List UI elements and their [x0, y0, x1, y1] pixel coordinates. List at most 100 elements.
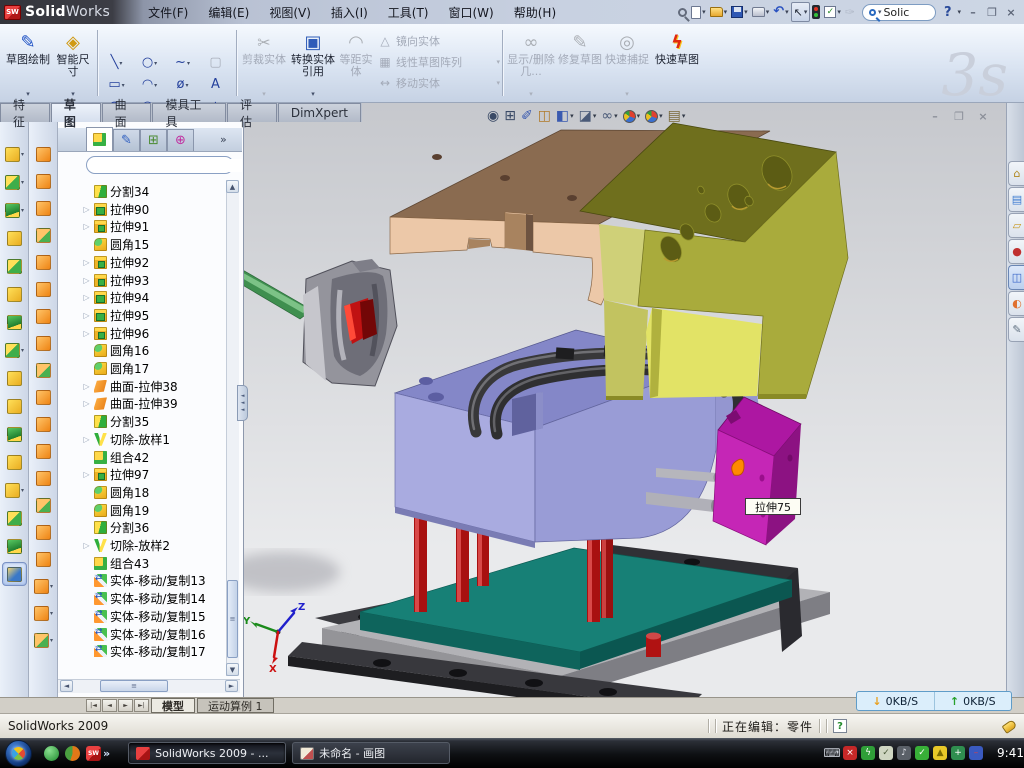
- move-body-button[interactable]: [2, 450, 27, 474]
- trim-surface-button[interactable]: [31, 466, 56, 490]
- panel-overflow-chevron[interactable]: »: [220, 133, 227, 146]
- planar-surface-button[interactable]: [31, 304, 56, 328]
- section-view-button[interactable]: ◫: [537, 108, 552, 124]
- scroll-up-icon[interactable]: ▲: [226, 180, 239, 193]
- tree-item[interactable]: 圆角18: [82, 484, 149, 501]
- tree-item[interactable]: ▷曲面-拉伸38: [82, 378, 178, 395]
- tree-item[interactable]: 圆角17: [82, 360, 149, 377]
- protection-icon[interactable]: ϟ: [861, 746, 875, 760]
- instant3d-button[interactable]: [2, 562, 27, 586]
- expand-arrow-icon[interactable]: ▷: [82, 205, 91, 214]
- tree-scrollbar-thumb[interactable]: ≡: [227, 580, 238, 658]
- tree-item[interactable]: ▷拉伸91: [82, 218, 149, 235]
- doc-minimize-button[interactable]: –: [926, 109, 944, 124]
- spline-tool-button[interactable]: ~▾: [166, 52, 199, 74]
- trim-entities-button[interactable]: 剪裁实体 ▾: [240, 27, 288, 98]
- task-button[interactable]: 未命名 - 画图: [292, 742, 450, 764]
- select-region-button[interactable]: ▢: [199, 52, 232, 74]
- expand-arrow-icon[interactable]: ▷: [82, 399, 91, 408]
- menu-item-5[interactable]: 窗口(W): [439, 1, 504, 24]
- tab-nav-button-2[interactable]: ►: [118, 699, 133, 712]
- panel-splitter-handle[interactable]: ◄◄◄: [237, 385, 248, 421]
- menu-item-6[interactable]: 帮助(H): [504, 1, 566, 24]
- search-input[interactable]: [883, 6, 921, 19]
- start-button[interactable]: [5, 740, 32, 767]
- display-style-button[interactable]: ◪▾: [578, 108, 598, 124]
- tree-item[interactable]: ▷拉伸94: [82, 289, 149, 306]
- design-library-tab[interactable]: ▤: [1008, 187, 1024, 212]
- quick-launch-overflow-chevron[interactable]: »: [103, 747, 110, 760]
- options-icon[interactable]: ✓▾: [822, 2, 843, 22]
- expand-arrow-icon[interactable]: ▷: [82, 293, 91, 302]
- tree-item[interactable]: ▷切除-放样2: [82, 537, 170, 554]
- knit-surface-button[interactable]: [31, 520, 56, 544]
- tab-mold-tools[interactable]: 模具工具: [152, 103, 226, 122]
- view-orientation-button[interactable]: ◧▾: [555, 108, 575, 124]
- ink-markup-icon[interactable]: ✑: [843, 2, 857, 22]
- save-icon[interactable]: ▾: [729, 2, 750, 22]
- boss-extrude-button[interactable]: ▾: [2, 142, 27, 166]
- tree-item[interactable]: 组合42: [82, 449, 149, 466]
- revolved-surface-button[interactable]: [31, 169, 56, 193]
- expand-arrow-icon[interactable]: ▷: [82, 541, 91, 550]
- tree-item[interactable]: ▷拉伸96: [82, 325, 149, 342]
- lofted-surface-button[interactable]: [31, 223, 56, 247]
- messenger-status-icon[interactable]: –: [969, 746, 983, 760]
- scroll-right-icon[interactable]: ►: [225, 680, 238, 692]
- annotations-button[interactable]: ▤▾: [667, 108, 687, 124]
- dimxpert-manager-tab[interactable]: ⊕: [167, 129, 194, 151]
- wrap-button[interactable]: [2, 310, 27, 334]
- expand-arrow-icon[interactable]: ▷: [82, 435, 91, 444]
- ruled-surface-button[interactable]: [31, 358, 56, 382]
- model-magenta-block[interactable]: [713, 397, 801, 545]
- magnifier-button[interactable]: ✐: [520, 108, 534, 124]
- tree-item[interactable]: ▷拉伸93: [82, 272, 149, 289]
- zoom-area-button[interactable]: ⊞: [503, 108, 517, 124]
- thicken-button[interactable]: [31, 547, 56, 571]
- scroll-down-icon[interactable]: ▼: [226, 663, 239, 676]
- rebuild-icon[interactable]: [810, 2, 822, 22]
- menu-item-1[interactable]: 编辑(E): [198, 1, 259, 24]
- extend-surface-button[interactable]: [31, 439, 56, 463]
- close-button[interactable]: ×: [1002, 5, 1020, 20]
- chevron-down-icon[interactable]: ▾: [878, 8, 882, 16]
- doc-restore-button[interactable]: ❐: [950, 109, 968, 124]
- tree-item[interactable]: ▷拉伸90: [82, 201, 149, 218]
- tab-nav-button-0[interactable]: |◄: [86, 699, 101, 712]
- chamfer-button[interactable]: [2, 226, 27, 250]
- tree-hscrollbar-thumb[interactable]: ≡: [100, 680, 168, 692]
- tree-item[interactable]: 实体-移动/复制17: [82, 643, 206, 657]
- tree-item[interactable]: 圆角15: [82, 236, 149, 253]
- configuration-manager-tab[interactable]: ⊞: [140, 129, 167, 151]
- scene-button[interactable]: ▾: [644, 109, 664, 124]
- mirror-entities-button[interactable]: △ 镜向实体: [378, 30, 500, 51]
- expand-arrow-icon[interactable]: ▷: [82, 382, 91, 391]
- tree-item[interactable]: ▷拉伸97: [82, 466, 149, 483]
- quick-snaps-button[interactable]: 快速捕捉 ▾: [604, 27, 650, 98]
- shell-button[interactable]: [2, 254, 27, 278]
- tree-item[interactable]: 分割36: [82, 519, 149, 536]
- print-icon[interactable]: ▾: [750, 2, 772, 22]
- reference-plane-button[interactable]: [2, 506, 27, 530]
- convert-entities-button[interactable]: 转换实体引用 ▾: [290, 27, 336, 98]
- launcher-media-icon[interactable]: [65, 746, 80, 761]
- expand-arrow-icon[interactable]: ▷: [82, 276, 91, 285]
- status-help-icon[interactable]: ?: [833, 719, 847, 733]
- appearances-button[interactable]: ▾: [622, 109, 642, 124]
- tree-item[interactable]: 分割34: [82, 183, 149, 200]
- linear-sketch-pattern-button[interactable]: ▦ 线性草图阵列 ▾: [378, 51, 500, 72]
- undo-icon[interactable]: ↶▾: [771, 2, 790, 22]
- draft-button[interactable]: [2, 282, 27, 306]
- file-explorer-tab[interactable]: ▱: [1008, 213, 1024, 238]
- expand-arrow-icon[interactable]: ▷: [82, 329, 91, 338]
- doc-close-button[interactable]: ×: [974, 109, 992, 124]
- tab-evaluate[interactable]: 评估: [227, 103, 277, 122]
- tree-item[interactable]: 实体-移动/复制13: [82, 572, 206, 589]
- scroll-left-icon[interactable]: ◄: [60, 680, 73, 692]
- model-rod-part[interactable]: [244, 259, 397, 386]
- rectangle-tool-button[interactable]: ▭▾: [100, 74, 133, 96]
- restore-button[interactable]: ❐: [983, 5, 1001, 20]
- curve-through-points-button[interactable]: ▾: [31, 628, 56, 652]
- search-box[interactable]: ▾: [862, 4, 936, 21]
- network-warning-icon[interactable]: ▲: [933, 746, 947, 760]
